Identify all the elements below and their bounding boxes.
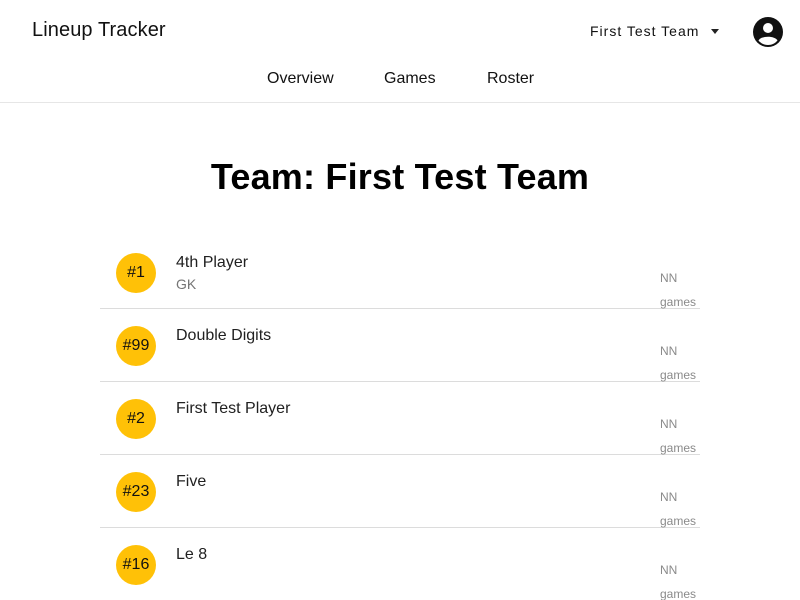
top-app-bar: Lineup Tracker First Test Team Overview …: [0, 0, 800, 103]
page-title: Team: First Test Team: [210, 156, 590, 197]
player-games-count: NN games: [660, 485, 700, 533]
games-label: games: [660, 587, 697, 600]
games-value: NN: [660, 490, 678, 504]
tab-overview[interactable]: Overview: [267, 70, 334, 88]
player-row[interactable]: #23 Five NN games: [100, 455, 700, 528]
player-position: GK: [176, 276, 197, 292]
player-games-count: NN games: [660, 558, 700, 600]
player-name: First Test Player: [176, 400, 291, 417]
games-value: NN: [660, 344, 678, 358]
player-row[interactable]: #1 4th Player GK NN games: [100, 236, 700, 309]
player-games-count: NN games: [660, 266, 700, 314]
games-value: NN: [660, 417, 678, 431]
team-selector-label: First Test Team: [590, 23, 700, 39]
player-row[interactable]: #99 Double Digits NN games: [100, 309, 700, 382]
arrow-drop-down-icon: [711, 28, 720, 34]
tab-roster[interactable]: Roster: [487, 70, 534, 88]
player-list: #1 4th Player GK NN games #99 Double Dig…: [100, 236, 700, 600]
account-circle-icon[interactable]: [752, 16, 784, 48]
app-root: Lineup Tracker First Test Team Overview …: [0, 0, 800, 600]
player-number-badge: #1: [116, 253, 156, 293]
tab-games[interactable]: Games: [384, 70, 436, 88]
player-number-badge: #16: [116, 545, 156, 585]
player-row[interactable]: #2 First Test Player NN games: [100, 382, 700, 455]
player-number-badge: #23: [116, 472, 156, 512]
player-name: Five: [176, 473, 207, 490]
games-value: NN: [660, 563, 678, 577]
app-title: Lineup Tracker: [32, 19, 166, 41]
player-number-badge: #99: [116, 326, 156, 366]
player-games-count: NN games: [660, 412, 700, 460]
main-nav: Overview Games Roster: [0, 70, 800, 94]
player-name: Double Digits: [176, 327, 272, 344]
player-name: 4th Player: [176, 254, 249, 271]
games-value: NN: [660, 271, 678, 285]
player-number-badge: #2: [116, 399, 156, 439]
player-row[interactable]: #16 Le 8 NN games: [100, 528, 700, 600]
player-games-count: NN games: [660, 339, 700, 387]
player-name: Le 8: [176, 546, 208, 563]
team-selector[interactable]: First Test Team: [590, 21, 720, 41]
